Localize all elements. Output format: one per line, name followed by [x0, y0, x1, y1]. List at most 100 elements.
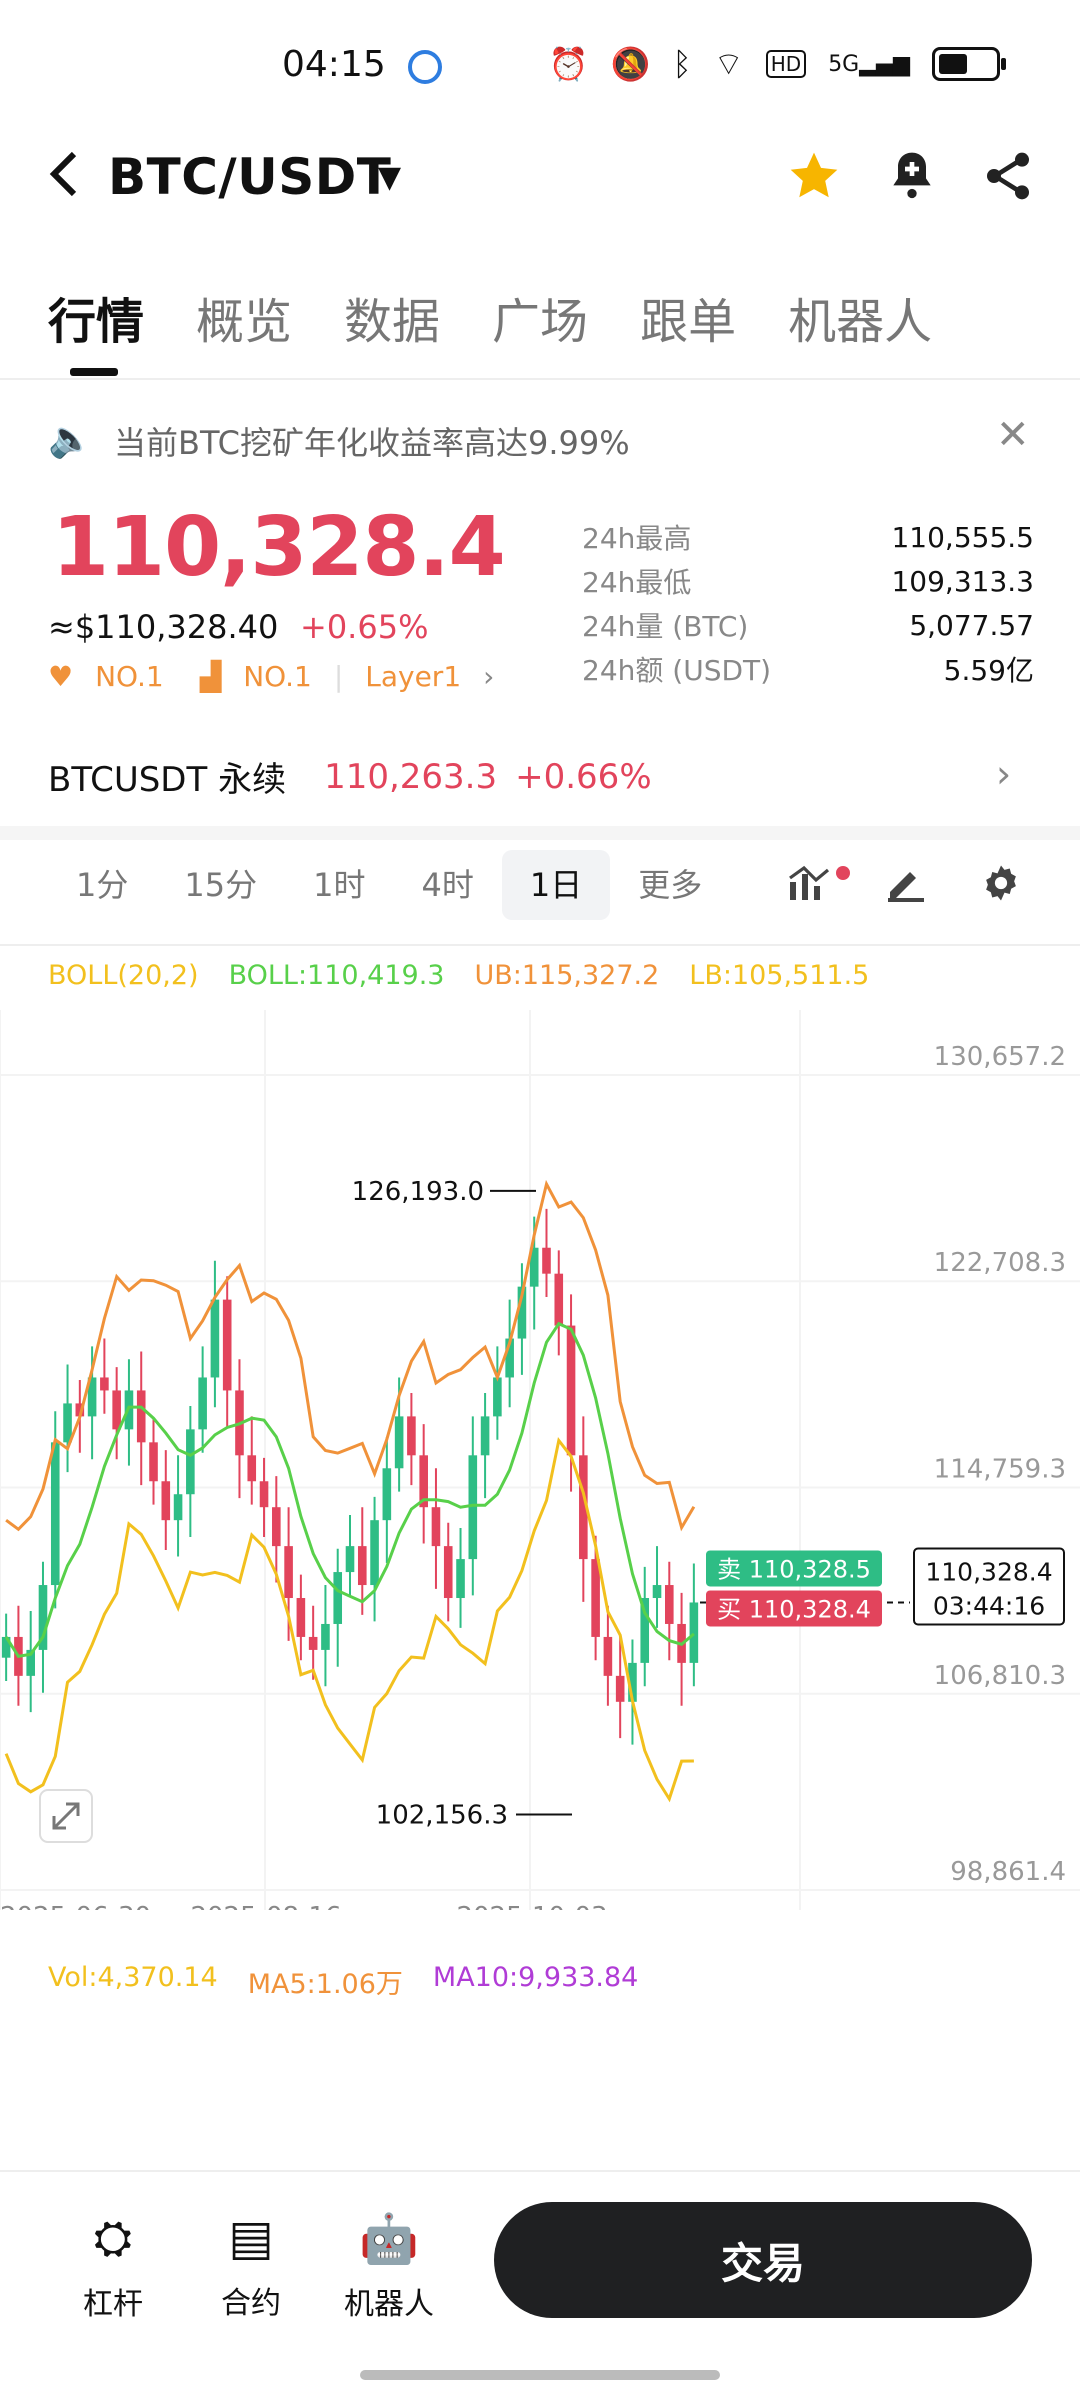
candle-body [321, 1623, 330, 1650]
candle-body [542, 1247, 551, 1274]
indicator-bars-icon [789, 865, 830, 900]
y-axis-label: 114,759.3 [934, 1455, 1066, 1485]
x-axis-label: 2025-08-16 [190, 1902, 341, 1910]
high-price-label: 126,193.0 [352, 1177, 484, 1207]
candle-body [554, 1273, 564, 1326]
gear-icon [986, 865, 1016, 901]
alert-button[interactable] [884, 148, 940, 216]
boll-upper-line [5, 1179, 696, 1532]
back-button[interactable] [46, 148, 82, 213]
interval-15m[interactable]: 15分 [156, 850, 285, 920]
tag-category[interactable]: Layer1 [365, 660, 461, 693]
interval-1h[interactable]: 1时 [285, 850, 393, 920]
tab-bot[interactable]: 机器人 [788, 282, 932, 352]
candle-body [296, 1598, 306, 1637]
chevron-right-icon: › [483, 660, 495, 693]
signal-icon: 5G▂▄▆ [828, 51, 910, 77]
tab-data[interactable]: 数据 [344, 282, 440, 352]
bluetooth-icon: ᛒ [672, 45, 692, 83]
nav-robot[interactable]: 🤖 机器人 [334, 2210, 444, 2323]
countdown-text: 03:44:16 [933, 1591, 1045, 1620]
candle-body [247, 1455, 257, 1482]
stat-label: 24h量 (BTC) [582, 610, 749, 643]
nav-contract[interactable]: ▤ 合约 [196, 2210, 306, 2322]
tab-bar: 行情 概览 数据 广场 跟单 机器人 [48, 282, 932, 352]
notice-text[interactable]: 当前BTC挖矿年化收益率高达9.99% [114, 418, 630, 464]
perpetual-price: 110,263.3 [324, 756, 498, 797]
candle-body [566, 1325, 576, 1456]
vol-ma10: MA10:9,933.84 [432, 1962, 639, 1993]
candle-body [259, 1481, 269, 1508]
trade-button[interactable]: 交易 [494, 2202, 1032, 2318]
nav-leverage[interactable]: ⛭ 杠杆 [58, 2210, 168, 2323]
vol-value: Vol:4,370.14 [48, 1962, 218, 1993]
sell-tag-text: 卖 110,328.5 [717, 1555, 871, 1583]
candle-body [382, 1468, 392, 1521]
perpetual-row[interactable]: BTCUSDT 永续 110,263.3 +0.66% [48, 752, 652, 801]
boll-params: BOLL(20,2) [48, 960, 199, 991]
contract-icon: ▤ [228, 2210, 274, 2266]
speaker-icon: 🔈 [48, 419, 93, 460]
tag-row[interactable]: ♥ NO.1 ▟ NO.1 | Layer1 › [48, 660, 494, 693]
tab-overview[interactable]: 概览 [196, 282, 292, 352]
tag-rank-1[interactable]: NO.1 [95, 660, 164, 693]
rank-heart-icon: ♥ [48, 660, 74, 693]
interval-1d[interactable]: 1日 [501, 850, 611, 920]
bell-plus-icon [893, 152, 931, 199]
candle-body [50, 1442, 60, 1586]
buy-tag-text: 买 110,328.4 [717, 1595, 871, 1623]
vol-ma5: MA5:1.06万 [247, 1969, 403, 2000]
favorite-button[interactable] [786, 148, 842, 216]
tag-separator: | [333, 660, 344, 693]
candle-body [284, 1546, 293, 1599]
candle-body [443, 1546, 453, 1599]
candle-body [112, 1390, 121, 1430]
chevron-left-icon [49, 151, 77, 197]
tab-copy-trading[interactable]: 跟单 [640, 282, 736, 352]
candle-body [591, 1559, 600, 1637]
candle-body [407, 1416, 416, 1456]
last-price: 110,328.4 [52, 500, 506, 595]
close-icon[interactable]: ✕ [996, 412, 1030, 458]
draw-button[interactable] [884, 862, 928, 912]
notification-dot [836, 866, 850, 880]
candle-body [689, 1602, 699, 1663]
caret-down-icon[interactable]: ▼ [378, 160, 401, 195]
tag-rank-2[interactable]: NO.1 [243, 660, 312, 693]
mute-icon: 🔕 [610, 45, 651, 83]
stat-label: 24h额 (USDT) [582, 654, 772, 687]
interval-more[interactable]: 更多 [610, 850, 730, 920]
interval-1m[interactable]: 1分 [48, 850, 156, 920]
candle-body [456, 1559, 465, 1599]
interval-4h[interactable]: 4时 [393, 850, 501, 920]
tab-square[interactable]: 广场 [492, 282, 588, 352]
candle-body [173, 1494, 183, 1521]
star-icon [790, 152, 838, 198]
nav-label: 机器人 [344, 2287, 434, 2322]
candle-body [333, 1572, 343, 1624]
candle-body [149, 1442, 158, 1482]
low-price-label: 102,156.3 [376, 1801, 508, 1831]
settings-button[interactable] [980, 862, 1022, 914]
active-tab-indicator [70, 368, 118, 376]
divider [0, 944, 1080, 946]
boll-lower-line [4, 1436, 694, 1803]
stat-row: 24h额 (USDT) 5.59亿 [582, 647, 1034, 691]
candle-body [210, 1299, 220, 1378]
indicator-icon[interactable] [788, 862, 832, 912]
pair-title[interactable]: BTC/USDT [108, 148, 391, 206]
tab-market[interactable]: 行情 [48, 282, 144, 352]
candle-body [345, 1546, 355, 1573]
candle-body [198, 1377, 207, 1430]
candle-body [161, 1481, 171, 1521]
fiat-price: ≈$110,328.40 [48, 608, 279, 646]
chevron-right-icon[interactable]: › [996, 752, 1011, 796]
stat-value: 5.59亿 [943, 654, 1034, 687]
share-button[interactable] [980, 148, 1036, 216]
nav-label: 合约 [221, 2286, 281, 2321]
interval-selector: 1分 15分 1时 4时 1日 更多 [48, 850, 730, 920]
kline-chart[interactable]: 130,657.2 122,708.3 114,759.3 106,810.3 98,8… [0, 990, 1080, 1910]
boll-indicator-row: BOLL(20,2) BOLL:110,419.3 UB:115,327.2 L… [48, 960, 869, 991]
alarm-icon: ⏰ [548, 45, 589, 83]
boll-mid: BOLL:110,419.3 [228, 960, 445, 991]
